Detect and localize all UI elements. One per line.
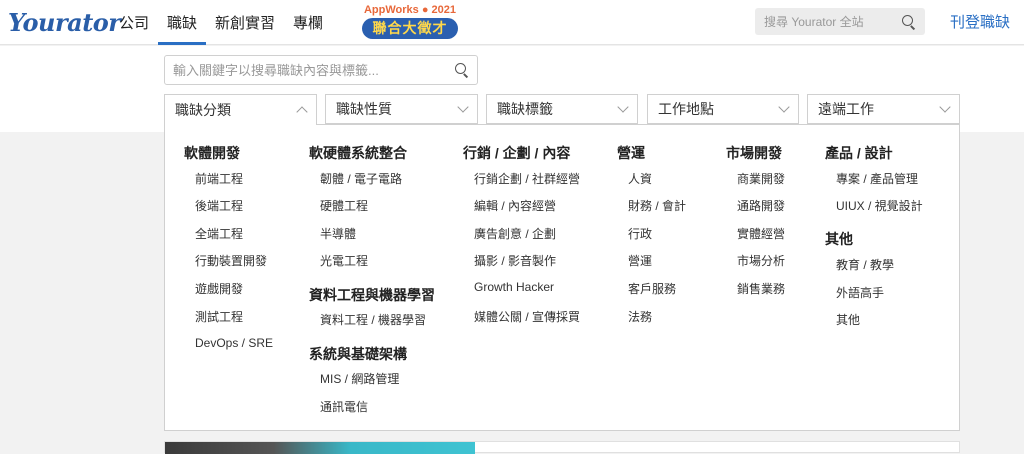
site-search-box xyxy=(755,8,925,35)
category-title[interactable]: 資料工程與機器學習 xyxy=(309,285,435,305)
category-item[interactable]: 營運 xyxy=(628,252,652,269)
dropdown-location[interactable]: 工作地點 xyxy=(647,94,799,124)
chevron-down-icon xyxy=(778,101,790,113)
category-item[interactable]: 人資 xyxy=(628,170,652,187)
category-item[interactable]: 後端工程 xyxy=(195,197,243,214)
dropdown-label: 工作地點 xyxy=(658,101,714,117)
category-item[interactable]: 全端工程 xyxy=(195,225,243,242)
chevron-down-icon xyxy=(457,101,469,113)
logo-text: Yourator xyxy=(8,7,121,37)
category-item[interactable]: 商業開發 xyxy=(737,170,785,187)
category-item[interactable]: 媒體公關 / 宣傳採買 xyxy=(474,308,580,325)
site-search-input[interactable] xyxy=(764,14,902,29)
category-item[interactable]: 專案 / 產品管理 xyxy=(836,170,918,187)
category-title[interactable]: 系統與基礎架構 xyxy=(309,344,407,364)
category-item[interactable]: 行政 xyxy=(628,225,652,242)
nav-companies[interactable]: 公司 xyxy=(110,0,158,45)
top-navigation-bar: Yourator 公司 職缺 新創實習 專欄 AppWorks ● 2021 聯… xyxy=(0,0,1024,45)
category-title[interactable]: 軟硬體系統整合 xyxy=(309,143,407,163)
main-nav: 公司 職缺 新創實習 專欄 xyxy=(110,0,332,45)
job-category-panel: 軟體開發 前端工程 後端工程 全端工程 行動裝置開發 遊戲開發 測試工程 Dev… xyxy=(164,124,960,431)
chevron-down-icon xyxy=(939,101,951,113)
category-item[interactable]: DevOps / SRE xyxy=(195,336,273,350)
category-item[interactable]: 市場分析 xyxy=(737,252,785,269)
category-item[interactable]: 遊戲開發 xyxy=(195,280,243,297)
category-item[interactable]: 光電工程 xyxy=(320,252,368,269)
post-job-link[interactable]: 刊登職缺 xyxy=(950,0,1010,45)
dropdown-label: 職缺性質 xyxy=(336,101,392,117)
chevron-up-icon xyxy=(296,106,308,118)
dropdown-job-type[interactable]: 職缺性質 xyxy=(325,94,478,124)
keyword-search-input[interactable] xyxy=(173,62,455,78)
category-item[interactable]: MIS / 網路管理 xyxy=(320,370,399,387)
keyword-search-box xyxy=(164,55,478,85)
category-item[interactable]: 客戶服務 xyxy=(628,280,676,297)
promo-badge: 聯合大徵才 xyxy=(362,18,458,39)
category-item[interactable]: 通路開發 xyxy=(737,197,785,214)
job-card-image xyxy=(165,442,475,454)
category-title[interactable]: 行銷 / 企劃 / 內容 xyxy=(463,143,570,163)
category-item[interactable]: 財務 / 會計 xyxy=(628,197,686,214)
category-item[interactable]: 資料工程 / 機器學習 xyxy=(320,311,426,328)
promo-top-text: AppWorks ● 2021 xyxy=(363,4,457,16)
category-item[interactable]: 外語高手 xyxy=(836,284,884,301)
nav-columns[interactable]: 專欄 xyxy=(284,0,332,45)
category-item[interactable]: 韌體 / 電子電路 xyxy=(320,170,402,187)
search-icon[interactable] xyxy=(902,14,916,29)
yourator-logo[interactable]: Yourator xyxy=(8,6,121,38)
search-icon[interactable] xyxy=(455,63,469,77)
category-item[interactable]: 實體經營 xyxy=(737,225,785,242)
category-item[interactable]: 半導體 xyxy=(320,225,356,242)
dropdown-job-tags[interactable]: 職缺標籤 xyxy=(486,94,638,124)
dropdown-job-category[interactable]: 職缺分類 xyxy=(164,94,317,125)
category-item[interactable]: 廣告創意 / 企劃 xyxy=(474,225,556,242)
category-item[interactable]: 前端工程 xyxy=(195,170,243,187)
category-item[interactable]: 測試工程 xyxy=(195,308,243,325)
dropdown-label: 遠端工作 xyxy=(818,101,874,117)
category-title[interactable]: 其他 xyxy=(825,229,853,249)
dropdown-remote-work[interactable]: 遠端工作 xyxy=(807,94,960,124)
nav-internships[interactable]: 新創實習 xyxy=(206,0,284,45)
category-title[interactable]: 軟體開發 xyxy=(184,143,240,163)
category-item[interactable]: 銷售業務 xyxy=(737,280,785,297)
dropdown-label: 職缺標籤 xyxy=(497,101,553,117)
category-item[interactable]: 硬體工程 xyxy=(320,197,368,214)
category-item[interactable]: 編輯 / 內容經營 xyxy=(474,197,556,214)
job-card[interactable] xyxy=(164,441,960,454)
category-item[interactable]: 法務 xyxy=(628,308,652,325)
category-item[interactable]: Growth Hacker xyxy=(474,280,554,294)
category-item[interactable]: 通訊電信 xyxy=(320,398,368,415)
category-item[interactable]: 教育 / 教學 xyxy=(836,256,894,273)
category-item[interactable]: UIUX / 視覺設計 xyxy=(836,197,923,214)
chevron-down-icon xyxy=(617,101,629,113)
category-title[interactable]: 產品 / 設計 xyxy=(825,143,893,163)
category-title[interactable]: 市場開發 xyxy=(726,143,782,163)
dropdown-label: 職缺分類 xyxy=(175,102,231,118)
category-item[interactable]: 行銷企劃 / 社群經營 xyxy=(474,170,580,187)
category-title[interactable]: 營運 xyxy=(617,143,645,163)
appworks-promo-banner[interactable]: AppWorks ● 2021 聯合大徵才 xyxy=(360,3,460,41)
nav-jobs[interactable]: 職缺 xyxy=(158,0,207,45)
category-item[interactable]: 行動裝置開發 xyxy=(195,252,267,269)
category-item[interactable]: 攝影 / 影音製作 xyxy=(474,252,556,269)
category-item[interactable]: 其他 xyxy=(836,311,860,328)
